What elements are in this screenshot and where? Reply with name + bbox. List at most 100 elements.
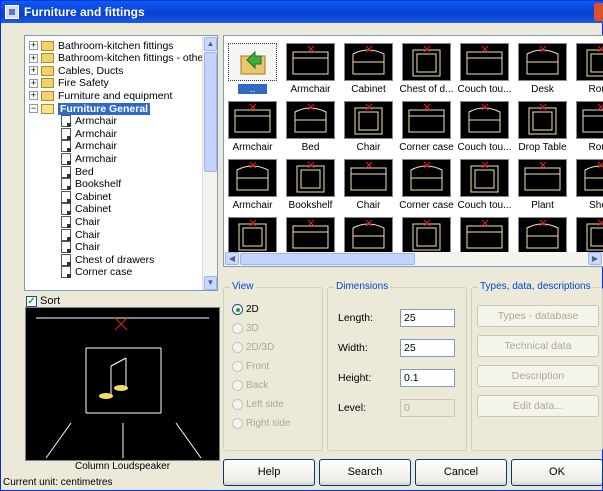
tree-item-label: Chair: [75, 228, 101, 241]
technical-data-button[interactable]: Technical data: [477, 335, 599, 357]
sort-checkbox[interactable]: ✓ Sort: [26, 295, 60, 307]
category-tree[interactable]: + Bathroom-kitchen fittings + Bathroom-kitc…: [24, 35, 218, 291]
view-option-radio[interactable]: Left side: [232, 399, 284, 410]
tree-item-label: Cables, Ducts: [58, 64, 124, 77]
search-button[interactable]: Search: [319, 459, 411, 486]
tree-item[interactable]: + Bathroom-kitchen fittings - others: [29, 52, 212, 65]
length-label: Length:: [338, 312, 374, 324]
symbol-cell[interactable]: Armchair: [282, 40, 339, 97]
expand-icon[interactable]: +: [29, 41, 38, 50]
symbol-cell[interactable]: Armchair: [224, 98, 281, 155]
close-icon[interactable]: [594, 3, 603, 21]
view-option-label: 3D: [246, 323, 259, 334]
tree-item[interactable]: Cabinet: [61, 203, 111, 216]
collapse-icon[interactable]: −: [29, 104, 38, 113]
tree-item[interactable]: Bed: [61, 165, 94, 178]
types-database-button[interactable]: Types - database: [477, 305, 599, 327]
width-field[interactable]: 25: [400, 339, 455, 357]
tree-item[interactable]: + Cables, Ducts: [29, 64, 123, 77]
length-field[interactable]: 25: [400, 309, 455, 327]
scroll-up-icon[interactable]: ▲: [204, 37, 217, 51]
radio-icon[interactable]: [232, 418, 243, 429]
symbol-label: Couch tou...: [457, 200, 512, 211]
tree-item[interactable]: + Furniture and equipment: [29, 89, 172, 102]
document-icon: [61, 152, 71, 165]
symbol-cell[interactable]: Bookshelf: [282, 156, 339, 213]
tree-item[interactable]: Bookshelf: [61, 178, 121, 191]
view-option-radio[interactable]: Back: [232, 380, 268, 391]
symbol-cell[interactable]: Roun: [572, 40, 603, 97]
tree-item[interactable]: Chair: [61, 241, 100, 254]
tree-item[interactable]: Cabinet: [61, 190, 111, 203]
tree-item-label: Bathroom-kitchen fittings - others: [58, 52, 213, 65]
symbol-cell[interactable]: Chest of d...: [398, 40, 455, 97]
view-option-label: Left side: [246, 399, 284, 410]
symbol-cell[interactable]: Corner case: [398, 156, 455, 213]
tree-item[interactable]: Armchair: [61, 152, 117, 165]
description-button[interactable]: Description: [477, 365, 599, 387]
tree-scrollbar[interactable]: ▲ ▼: [202, 36, 217, 290]
height-field[interactable]: 0.1: [400, 369, 455, 387]
radio-icon[interactable]: [232, 323, 243, 334]
cancel-button[interactable]: Cancel: [415, 459, 507, 486]
tree-item[interactable]: Chest of drawers: [61, 253, 154, 266]
symbol-cell[interactable]: Cabinet: [340, 40, 397, 97]
tree-item[interactable]: Armchair: [61, 115, 117, 128]
tree-item[interactable]: Armchair: [61, 127, 117, 140]
expand-icon[interactable]: +: [29, 91, 38, 101]
level-field[interactable]: 0: [400, 399, 455, 417]
radio-icon[interactable]: [232, 304, 243, 315]
symbol-cell[interactable]: Desk: [514, 40, 571, 97]
scroll-thumb[interactable]: [204, 52, 217, 172]
symbol-grid[interactable]: .. Armchair Cabinet Chest of d... Couch tou.…: [223, 35, 603, 267]
view-option-radio[interactable]: 2D/3D: [232, 342, 274, 353]
radio-icon[interactable]: [232, 380, 243, 391]
tree-item[interactable]: − Furniture General: [29, 102, 151, 115]
tree-item-label: Bathroom-kitchen fittings: [58, 39, 174, 52]
tree-item[interactable]: + Fire Safety: [29, 77, 109, 90]
scroll-left-icon[interactable]: ◀: [225, 252, 239, 265]
scroll-right-icon[interactable]: ▶: [588, 252, 602, 265]
symbol-cell[interactable]: Plant: [514, 156, 571, 213]
symbol-cell[interactable]: Drop Table: [514, 98, 571, 155]
radio-icon[interactable]: [232, 399, 243, 410]
tree-item[interactable]: Chair: [61, 215, 100, 228]
symbol-thumbnail: [460, 101, 509, 139]
symbol-cell[interactable]: ..: [224, 40, 281, 97]
help-button[interactable]: Help: [223, 459, 315, 486]
check-icon[interactable]: ✓: [26, 295, 37, 307]
symbol-cell[interactable]: Roun: [572, 98, 603, 155]
view-option-radio[interactable]: Right side: [232, 418, 290, 429]
symbol-cell[interactable]: Shelf: [572, 156, 603, 213]
radio-icon[interactable]: [232, 342, 243, 353]
ok-button[interactable]: OK: [511, 459, 603, 486]
symbol-cell[interactable]: Corner case: [398, 98, 455, 155]
radio-icon[interactable]: [232, 361, 243, 372]
grid-scrollbar[interactable]: ◀ ▶: [224, 252, 603, 266]
symbol-cell[interactable]: Couch tou...: [456, 40, 513, 97]
scroll-down-icon[interactable]: ▼: [204, 276, 217, 290]
expand-icon[interactable]: +: [29, 78, 38, 88]
symbol-thumbnail: [576, 101, 603, 139]
view-option-radio[interactable]: Front: [232, 361, 269, 372]
expand-icon[interactable]: +: [29, 66, 38, 76]
symbol-cell[interactable]: Couch tou...: [456, 98, 513, 155]
tree-item[interactable]: Corner case: [61, 266, 132, 279]
expand-icon[interactable]: +: [29, 53, 38, 63]
view-option-radio[interactable]: 2D: [232, 304, 259, 315]
grid-scroll-thumb[interactable]: [240, 253, 415, 265]
tree-item-label: Fire Safety: [58, 77, 109, 90]
symbol-cell[interactable]: Bed: [282, 98, 339, 155]
furniture-dialog: Furniture and fittings + Bathroom-kitchen…: [0, 0, 603, 491]
view-option-radio[interactable]: 3D: [232, 323, 259, 334]
symbol-cell[interactable]: Couch tou...: [456, 156, 513, 213]
symbol-cell[interactable]: Chair: [340, 98, 397, 155]
tree-item[interactable]: Chair: [61, 228, 100, 241]
tree-item[interactable]: Armchair: [61, 140, 117, 153]
document-icon: [61, 190, 71, 203]
symbol-cell[interactable]: Chair: [340, 156, 397, 213]
edit-data-button[interactable]: Edit data...: [477, 395, 599, 417]
tree-item[interactable]: + Bathroom-kitchen fittings: [29, 39, 174, 52]
symbol-cell[interactable]: Armchair: [224, 156, 281, 213]
height-label: Height:: [338, 372, 372, 384]
